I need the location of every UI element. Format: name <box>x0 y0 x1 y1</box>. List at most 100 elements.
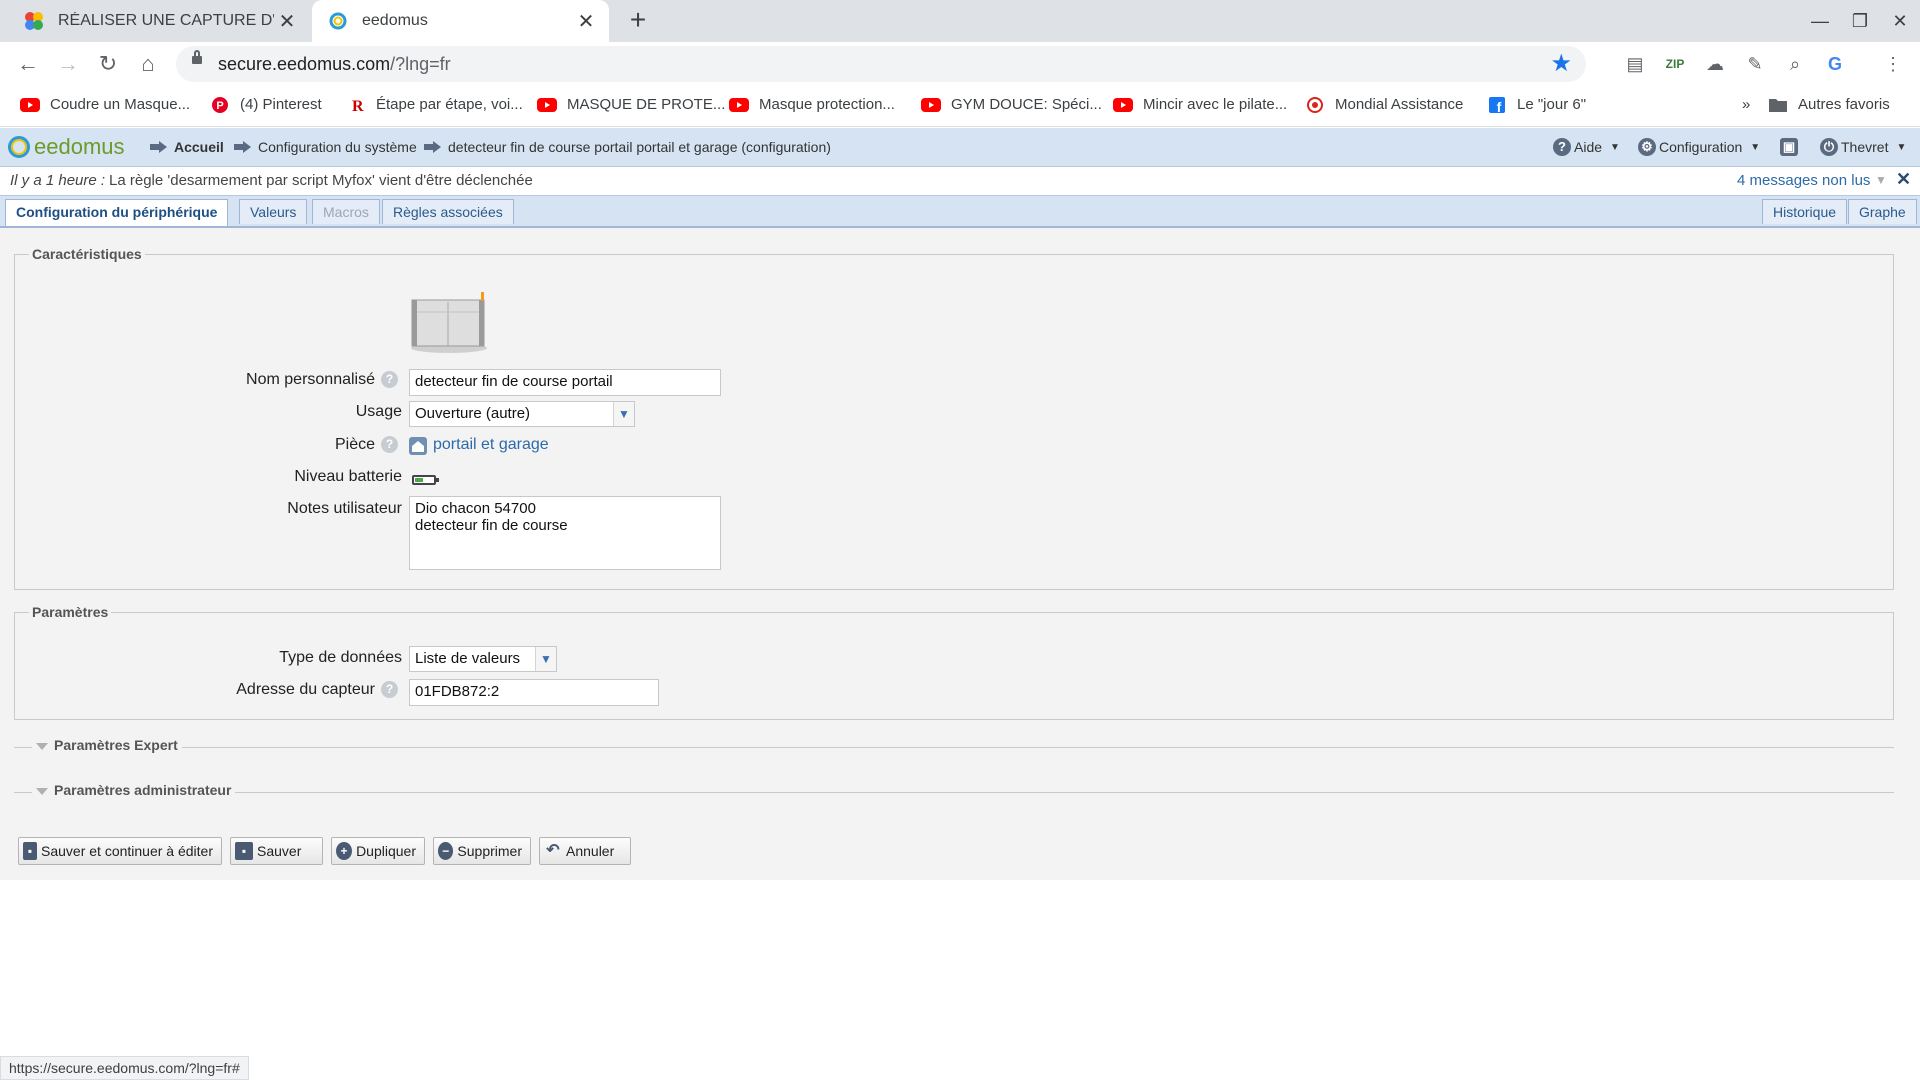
minus-circle-icon: − <box>438 842 454 860</box>
home-icon[interactable]: ⌂ <box>132 48 164 80</box>
bookmark-item[interactable]: Mincir avec le pilate... <box>1113 96 1287 113</box>
app-header: eedomus Accueil Configuration du système… <box>0 128 1920 167</box>
cancel-button[interactable]: ↶ Annuler <box>539 837 631 865</box>
room-label: Pièce? <box>160 436 398 454</box>
minimize-icon[interactable]: — <box>1800 0 1840 42</box>
expand-triangle-icon <box>36 742 48 750</box>
bookmark-item[interactable]: Coudre un Masque... <box>20 96 190 113</box>
help-icon[interactable]: ? <box>381 681 398 699</box>
save-button[interactable]: ▪ Sauver <box>230 837 323 865</box>
pen-extension-icon[interactable]: ✎ <box>1743 52 1767 76</box>
svg-text:R: R <box>352 98 364 113</box>
back-icon[interactable]: ← <box>12 48 44 80</box>
usage-select[interactable]: Ouverture (autre) ▼ <box>409 401 635 427</box>
floppy-disk-icon: ▪ <box>235 842 253 860</box>
tab-graph[interactable]: Graphe <box>1848 199 1917 224</box>
address-bar[interactable]: secure.eedomus.com/?lng=fr ★ <box>176 46 1586 82</box>
browser-menu-icon[interactable]: ⋮ <box>1881 52 1905 76</box>
notes-label: Notes utilisateur <box>287 500 402 517</box>
help-icon[interactable]: ? <box>381 371 398 389</box>
bookmark-item[interactable]: R Étape par étape, voi... <box>346 96 523 113</box>
zip-extension-icon[interactable]: ZIP <box>1663 52 1687 76</box>
tab-associated-rules[interactable]: Règles associées <box>382 199 514 224</box>
characteristics-section: Caractéristiques <box>14 246 1894 590</box>
extension-icon[interactable]: ▤ <box>1623 52 1647 76</box>
room-link[interactable]: portail et garage <box>433 436 549 454</box>
configuration-menu[interactable]: ⚙ Configuration ▼ <box>1638 138 1760 156</box>
device-tabs: Configuration du périphérique Valeurs Ma… <box>0 196 1920 228</box>
expert-parameters-toggle[interactable]: Paramètres Expert <box>14 737 1894 757</box>
tab-device-config[interactable]: Configuration du périphérique <box>5 199 229 226</box>
custom-name-input[interactable]: detecteur fin de course portail <box>409 369 721 396</box>
battery-label: Niveau batterie <box>294 468 402 485</box>
youtube-icon <box>1113 97 1133 112</box>
translate-extension-icon[interactable]: G <box>1823 52 1847 76</box>
user-menu[interactable]: ⏻ Thevret ▼ <box>1820 138 1906 156</box>
youtube-icon <box>537 97 557 112</box>
lock-button[interactable]: ▣ <box>1780 138 1801 156</box>
browser-tab-strip: RÉALISER UNE CAPTURE D'ÉCRAN ✕ eedomus ✕… <box>0 0 1920 42</box>
data-type-select[interactable]: Liste de valeurs ▼ <box>409 646 557 672</box>
svg-text:P: P <box>216 100 223 112</box>
more-bookmarks-button[interactable]: » <box>1742 96 1750 113</box>
help-menu[interactable]: ? Aide ▼ <box>1553 138 1620 156</box>
section-title: Caractéristiques <box>29 246 145 262</box>
browser-tab-capture[interactable]: RÉALISER UNE CAPTURE D'ÉCRAN ✕ <box>8 0 310 42</box>
pinterest-icon: P <box>212 96 228 113</box>
eedomus-logo[interactable]: eedomus <box>8 134 125 160</box>
admin-parameters-toggle[interactable]: Paramètres administrateur <box>14 782 1894 802</box>
custom-name-label: Nom personnalisé? <box>160 371 398 389</box>
search-extension-icon[interactable]: ⌕ <box>1783 52 1807 76</box>
new-tab-button[interactable]: + <box>622 5 654 37</box>
bookmark-item[interactable]: GYM DOUCE: Spéci... <box>921 96 1102 113</box>
notification-message: La règle 'desarmement par script Myfox' … <box>109 172 533 189</box>
tab-title: RÉALISER UNE CAPTURE D'ÉCRAN <box>58 12 274 29</box>
browser-toolbar: ← → ↻ ⌂ secure.eedomus.com/?lng=fr ★ ▤ Z… <box>0 42 1920 86</box>
arrow-right-icon <box>234 141 252 153</box>
tab-values[interactable]: Valeurs <box>239 199 308 224</box>
breadcrumb-home[interactable]: Accueil <box>150 139 224 155</box>
chevron-down-icon: ▼ <box>1896 141 1907 153</box>
close-window-icon[interactable]: ✕ <box>1880 0 1920 42</box>
reload-icon[interactable]: ↻ <box>92 48 124 80</box>
restore-icon[interactable]: ❐ <box>1840 0 1880 42</box>
chevron-down-icon: ▼ <box>1610 141 1620 153</box>
unread-messages-link[interactable]: 4 messages non lus <box>1737 172 1870 189</box>
tab-history[interactable]: Historique <box>1762 199 1848 224</box>
status-bar-url: https://secure.eedomus.com/?lng=fr# <box>0 1056 249 1080</box>
data-type-label: Type de données <box>279 649 402 666</box>
user-notes-textarea[interactable] <box>409 496 721 570</box>
bookmark-item[interactable]: Mondial Assistance <box>1305 96 1463 113</box>
close-tab-icon[interactable]: ✕ <box>573 9 599 34</box>
duplicate-button[interactable]: + Dupliquer <box>331 837 425 865</box>
help-icon[interactable]: ? <box>381 436 398 454</box>
bookmarks-bar: Coudre un Masque... P (4) Pinterest R Ét… <box>0 86 1920 127</box>
sensor-address-input[interactable]: 01FDB872:2 <box>409 679 659 706</box>
other-bookmarks-folder[interactable]: Autres favoris <box>1768 96 1890 113</box>
bookmark-item[interactable]: f Le "jour 6" <box>1487 96 1586 113</box>
sensor-address-label: Adresse du capteur? <box>160 681 398 699</box>
house-icon <box>409 437 427 455</box>
url-text: secure.eedomus.com/?lng=fr <box>218 54 451 74</box>
help-icon: ? <box>1553 138 1571 156</box>
facebook-icon: f <box>1489 96 1505 113</box>
delete-button[interactable]: − Supprimer <box>433 837 531 865</box>
collapse-icon[interactable]: ▼ <box>1875 173 1887 187</box>
browser-tab-eedomus[interactable]: eedomus ✕ <box>312 0 609 42</box>
chevron-down-icon: ▼ <box>535 647 556 671</box>
forward-icon[interactable]: → <box>52 48 84 80</box>
cloud-extension-icon[interactable]: ☁ <box>1703 52 1727 76</box>
google-photos-icon <box>25 12 43 30</box>
bookmark-item[interactable]: P (4) Pinterest <box>210 96 322 113</box>
close-tab-icon[interactable]: ✕ <box>274 9 300 34</box>
save-and-continue-button[interactable]: ▪ Sauver et continuer à éditer <box>18 837 222 865</box>
tab-macros[interactable]: Macros <box>312 199 380 224</box>
breadcrumb-system-config[interactable]: Configuration du système <box>234 139 417 155</box>
close-notification-icon[interactable]: ✕ <box>1896 169 1911 190</box>
bookmark-item[interactable]: Masque protection... <box>729 96 895 113</box>
logo-ring-icon <box>8 136 30 158</box>
breadcrumb-device[interactable]: detecteur fin de course portail portail … <box>424 139 831 155</box>
chevron-down-icon: ▼ <box>1750 141 1761 153</box>
bookmark-item[interactable]: MASQUE DE PROTE... <box>537 96 725 113</box>
bookmark-star-icon[interactable]: ★ <box>1550 49 1572 78</box>
